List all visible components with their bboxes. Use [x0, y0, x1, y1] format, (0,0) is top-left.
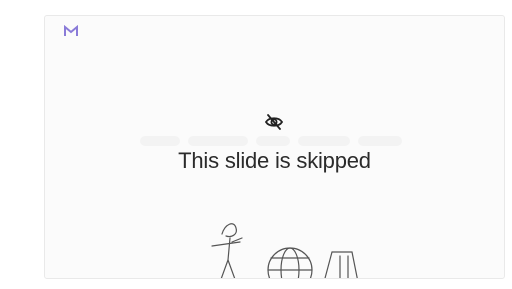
brand-logo-icon — [64, 25, 78, 36]
eye-off-icon — [264, 114, 284, 130]
skipped-status-text: This slide is skipped — [178, 148, 371, 173]
slide-thumbnail-area: This slide is skipped — [0, 0, 512, 289]
skipped-slide-card[interactable]: This slide is skipped — [44, 15, 505, 279]
decorative-illustration — [211, 223, 358, 278]
